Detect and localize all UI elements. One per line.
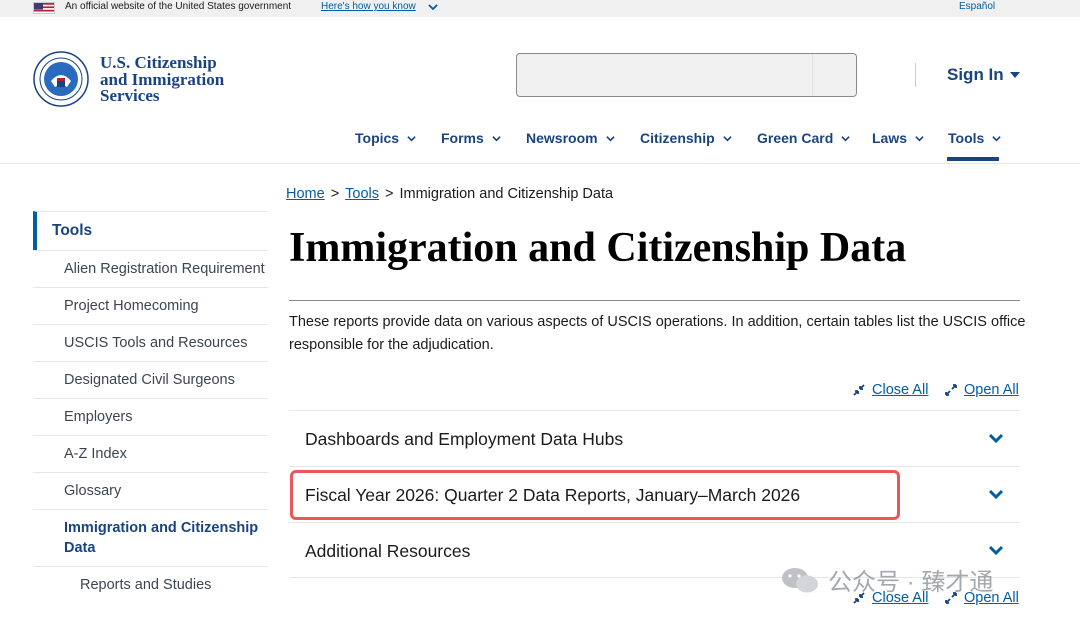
heres-how-you-know-link[interactable]: Here's how you know — [321, 1, 416, 12]
nav-label: Tools — [948, 130, 985, 146]
gov-banner-text: An official website of the United States… — [65, 1, 292, 12]
chevron-down-icon — [841, 135, 850, 141]
sidebar-item-glossary[interactable]: Glossary — [33, 472, 268, 509]
title-divider — [289, 300, 1020, 301]
nav-label: Topics — [355, 130, 400, 146]
search-input[interactable] — [516, 53, 857, 97]
nav-newsroom[interactable]: Newsroom — [526, 130, 615, 146]
search-button[interactable] — [812, 54, 856, 96]
annotation-highlight-box — [290, 470, 900, 520]
chevron-down-icon — [722, 135, 732, 141]
open-all-button[interactable]: Open All — [944, 382, 1019, 398]
logo-line-3: Services — [100, 86, 160, 105]
nav-topics[interactable]: Topics — [355, 130, 416, 146]
language-toggle-link[interactable]: Español — [959, 1, 995, 12]
close-all-label: Close All — [872, 382, 929, 398]
chevron-down-icon — [605, 135, 615, 141]
breadcrumb-separator: > — [330, 186, 340, 202]
chevron-down-icon[interactable] — [988, 544, 1004, 556]
sidebar-nav: Tools Alien Registration Requirement Pro… — [33, 211, 268, 603]
accordion-item-label: Additional Resources — [305, 541, 471, 561]
chevron-down-icon[interactable] — [988, 488, 1004, 500]
breadcrumb: Home > Tools > Immigration and Citizenship D… — [286, 186, 613, 202]
close-all-button[interactable]: Close All — [852, 382, 928, 398]
sidebar-item-a-z-index[interactable]: A-Z Index — [33, 435, 268, 472]
sign-in-button[interactable]: Sign In — [947, 65, 1020, 85]
accordion-item-label: Dashboards and Employment Data Hubs — [305, 429, 624, 449]
sidebar-item-immigration-data[interactable]: Immigration and Citizenship Data — [33, 509, 268, 566]
sidebar-item-project-homecoming[interactable]: Project Homecoming — [33, 287, 268, 324]
nav-label: Laws — [872, 130, 908, 146]
nav-forms[interactable]: Forms — [441, 130, 501, 146]
us-flag-icon — [33, 2, 55, 14]
wechat-icon — [782, 567, 818, 592]
watermark-text: 公众号 · 臻才通 — [828, 569, 994, 596]
breadcrumb-current: Immigration and Citizenship Data — [399, 186, 614, 202]
breadcrumb-home-link[interactable]: Home — [286, 186, 325, 202]
page-title: Immigration and Citizenship Data — [289, 225, 907, 271]
sidebar-item-employers[interactable]: Employers — [33, 398, 268, 435]
breadcrumb-tools-link[interactable]: Tools — [345, 186, 379, 202]
main-nav: Topics Forms Newsroom Citizenship Green … — [0, 130, 1080, 150]
caret-down-icon — [1009, 72, 1020, 78]
sidebar-item-civil-surgeons[interactable]: Designated Civil Surgeons — [33, 361, 268, 398]
site-header: U.S. Citizenship and Immigration Service… — [0, 17, 1080, 164]
nav-label: Newsroom — [526, 130, 598, 146]
sidebar-item-alien-registration[interactable]: Alien Registration Requirement — [33, 250, 268, 287]
accordion-item-dashboards[interactable]: Dashboards and Employment Data Hubs — [289, 410, 1020, 466]
dhs-seal-icon[interactable] — [33, 51, 89, 107]
nav-label: Citizenship — [640, 130, 715, 146]
chevron-down-icon[interactable] — [988, 432, 1004, 444]
header-divider — [915, 63, 916, 87]
nav-laws[interactable]: Laws — [872, 130, 924, 146]
sign-in-label: Sign In — [947, 65, 1004, 84]
nav-label: Green Card — [757, 130, 834, 146]
open-all-label: Open All — [964, 382, 1019, 398]
watermark: 公众号 · 臻才通 — [780, 562, 993, 597]
collapse-icon — [853, 384, 865, 396]
chevron-down-icon[interactable] — [428, 3, 438, 11]
nav-citizenship[interactable]: Citizenship — [640, 130, 732, 146]
chevron-down-icon — [915, 135, 924, 141]
breadcrumb-separator: > — [385, 186, 394, 202]
nav-green-card[interactable]: Green Card — [757, 130, 850, 146]
nav-label: Forms — [441, 130, 484, 146]
agency-logo-text[interactable]: U.S. Citizenship and Immigration Service… — [100, 54, 224, 105]
accordion-controls-top: Close All Open All — [852, 382, 1022, 402]
nav-active-indicator — [947, 157, 999, 161]
chevron-down-icon — [407, 135, 416, 141]
chevron-down-icon — [992, 135, 1001, 141]
gov-banner: An official website of the United States… — [0, 0, 1080, 17]
sidebar-title[interactable]: Tools — [33, 211, 268, 250]
chevron-down-icon — [492, 135, 501, 141]
nav-tools[interactable]: Tools — [948, 130, 1001, 146]
sidebar-item-uscis-tools[interactable]: USCIS Tools and Resources — [33, 324, 268, 361]
sidebar-item-reports-and-studies[interactable]: Reports and Studies — [33, 566, 268, 603]
page-intro: These reports provide data on various as… — [289, 314, 1026, 353]
expand-icon — [945, 384, 957, 396]
